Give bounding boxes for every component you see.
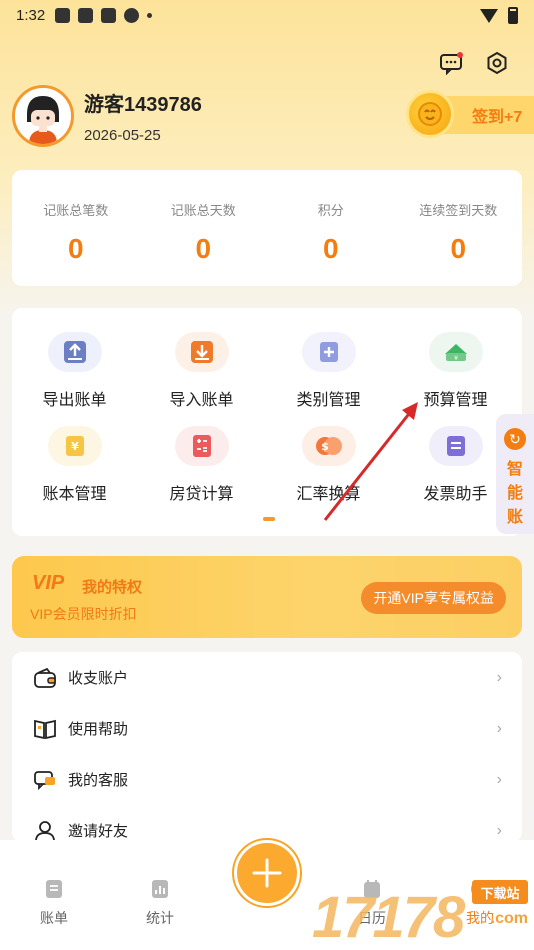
export-icon — [47, 332, 102, 372]
stat-points: 积分 0 — [267, 170, 395, 286]
stat-value: 0 — [450, 233, 467, 264]
menu-item-accounts[interactable]: 收支账户 › — [12, 652, 522, 703]
avatar[interactable] — [12, 85, 74, 147]
chevron-right-icon: › — [496, 770, 502, 788]
tool-exchange-rate[interactable]: $ 汇率换算 — [266, 426, 391, 504]
exchange-icon: $ — [301, 426, 356, 466]
stat-value: 0 — [195, 233, 212, 264]
book-icon — [32, 716, 58, 742]
vip-subtitle: VIP会员限时折扣 — [30, 606, 137, 622]
stat-label: 连续签到天数 — [419, 203, 498, 218]
profile-section[interactable]: 游客1439786 2026-05-25 — [12, 85, 202, 147]
register-date: 2026-05-25 — [84, 127, 161, 144]
tool-label: 导入账单 — [169, 392, 234, 409]
category-icon — [301, 332, 356, 372]
watermark-text: 下载站 — [472, 880, 528, 904]
nav-label: 账单 — [40, 910, 68, 926]
wallet-icon — [32, 665, 58, 691]
tool-label: 账本管理 — [42, 486, 107, 503]
stat-label: 记账总天数 — [170, 203, 236, 218]
notification-icon — [101, 7, 117, 23]
tool-label: 汇率换算 — [296, 486, 361, 503]
stat-value: 0 — [67, 233, 84, 264]
menu-item-help[interactable]: 使用帮助 › — [12, 703, 522, 754]
tool-budget-manage[interactable]: ¥ 预算管理 — [393, 332, 518, 410]
chevron-right-icon: › — [496, 719, 502, 737]
budget-icon: ¥ — [428, 332, 483, 372]
stat-label: 积分 — [317, 203, 344, 218]
smart-ledger-label: 智能账 — [506, 461, 523, 526]
coin-icon — [406, 90, 454, 138]
tools-grid: 导出账单 导入账单 类别管理 ¥ 预算管理 ¥ 账本管理 房贷计算 $ 汇率换算 — [12, 308, 522, 536]
stats-card: 记账总笔数 0 记账总天数 0 积分 0 连续签到天数 0 — [12, 170, 522, 286]
calculator-icon — [174, 426, 229, 466]
invoice-icon — [428, 426, 483, 466]
settings-icon[interactable] — [484, 50, 510, 76]
ledger-icon: ¥ — [47, 426, 102, 466]
bill-icon — [46, 880, 62, 898]
tool-label: 导出账单 — [42, 392, 107, 409]
notification-icon — [124, 7, 140, 23]
tool-label: 预算管理 — [423, 392, 488, 409]
tool-label: 房贷计算 — [169, 486, 234, 503]
vip-logo: VIP — [32, 572, 65, 594]
chevron-right-icon: › — [496, 821, 502, 839]
watermark-number: 17178 — [312, 885, 465, 950]
tool-mortgage-calc[interactable]: 房贷计算 — [139, 426, 264, 504]
vip-banner[interactable]: VIP 我的特权 VIP会员限时折扣 开通VIP享专属权益 — [12, 556, 522, 638]
checkin-button[interactable]: 签到+7 — [406, 90, 534, 138]
stat-streak-days: 连续签到天数 0 — [395, 170, 523, 286]
status-bar: 1:32 — [0, 0, 534, 30]
tool-label: 发票助手 — [423, 486, 488, 503]
chevron-right-icon: › — [496, 668, 502, 686]
notification-icon — [55, 7, 71, 23]
nav-tab-stats[interactable]: 统计 — [130, 878, 190, 928]
username: 游客1439786 — [84, 94, 202, 116]
menu-label: 邀请好友 — [68, 823, 129, 840]
checkin-label: 签到+7 — [472, 109, 523, 126]
battery-icon — [508, 7, 518, 24]
menu-label: 使用帮助 — [68, 721, 129, 738]
vip-open-button[interactable]: 开通VIP享专属权益 — [361, 582, 506, 614]
notification-icon — [78, 7, 94, 23]
plus-icon — [252, 858, 282, 888]
tool-export-bill[interactable]: 导出账单 — [12, 332, 137, 410]
chat-icon — [32, 767, 58, 793]
nav-label: 统计 — [146, 910, 174, 926]
user-icon — [32, 818, 58, 843]
add-record-button[interactable] — [234, 840, 300, 906]
refresh-icon: ↻ — [504, 428, 526, 450]
wifi-icon — [480, 8, 498, 23]
menu-item-invite[interactable]: 邀请好友 › — [12, 805, 522, 842]
tool-import-bill[interactable]: 导入账单 — [139, 332, 264, 410]
message-icon[interactable] — [438, 50, 464, 76]
stat-label: 记账总笔数 — [43, 203, 109, 218]
svg-text:¥: ¥ — [454, 355, 458, 362]
more-notifications-icon — [147, 12, 153, 18]
nav-tab-bills[interactable]: 账单 — [24, 878, 84, 928]
stat-value: 0 — [322, 233, 339, 264]
stat-total-records: 记账总笔数 0 — [12, 170, 140, 286]
svg-text:$: $ — [321, 440, 329, 453]
menu-label: 收支账户 — [68, 670, 129, 687]
stat-total-days: 记账总天数 0 — [140, 170, 268, 286]
watermark-url: .com — [490, 910, 528, 927]
stats-icon — [152, 880, 168, 898]
menu-label: 我的客服 — [68, 772, 129, 789]
status-time: 1:32 — [16, 6, 46, 24]
tool-category-manage[interactable]: 类别管理 — [266, 332, 391, 410]
svg-text:¥: ¥ — [71, 440, 79, 453]
tool-ledger-manage[interactable]: ¥ 账本管理 — [12, 426, 137, 504]
smart-ledger-tab[interactable]: ↻ 智能账 — [496, 414, 534, 534]
settings-menu: 收支账户 › 使用帮助 › 我的客服 › 邀请好友 › — [12, 652, 522, 842]
vip-title: 我的特权 — [82, 579, 143, 596]
page-indicator — [263, 517, 275, 521]
import-icon — [174, 332, 229, 372]
watermark: 17178 下载站 .com — [304, 870, 534, 950]
tool-label: 类别管理 — [296, 392, 361, 409]
menu-item-support[interactable]: 我的客服 › — [12, 754, 522, 805]
